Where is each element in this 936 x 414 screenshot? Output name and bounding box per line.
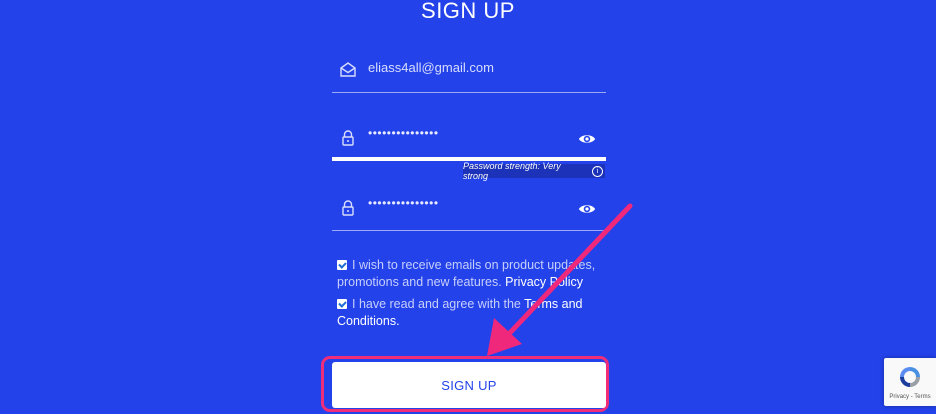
consent-emails-row: I wish to receive emails on product upda… — [337, 257, 607, 291]
lock-icon — [342, 130, 354, 146]
consent-terms-checkbox[interactable] — [337, 299, 347, 309]
envelope-icon — [340, 62, 356, 77]
info-icon[interactable]: i — [592, 165, 603, 177]
privacy-policy-link[interactable]: Privacy Policy — [505, 275, 583, 289]
consent-terms-label: I have read and agree with the — [352, 297, 521, 311]
page-title: SIGN UP — [421, 0, 515, 23]
confirm-password-value: ••••••••••••••• — [368, 196, 439, 210]
sign-up-button[interactable]: SIGN UP — [332, 362, 606, 408]
lock-icon — [342, 200, 354, 216]
password-strength-text: Password strength: Very strong — [463, 161, 561, 181]
eye-icon[interactable] — [578, 130, 596, 148]
recaptcha-icon — [900, 367, 920, 387]
password-strength-label: Password strength: Very strong i — [463, 161, 605, 181]
consent-terms-row: I have read and agree with the Terms and… — [337, 296, 607, 330]
recaptcha-badge[interactable]: Privacy - Terms — [884, 358, 936, 406]
password-value: ••••••••••••••• — [368, 126, 439, 140]
email-field[interactable]: eliass4all@gmail.com — [332, 52, 606, 93]
email-value: eliass4all@gmail.com — [368, 60, 494, 75]
consent-emails-checkbox[interactable] — [337, 260, 347, 270]
eye-icon[interactable] — [578, 200, 596, 218]
recaptcha-links[interactable]: Privacy - Terms — [884, 394, 936, 400]
password-field[interactable]: ••••••••••••••• — [332, 120, 606, 160]
confirm-password-field[interactable]: ••••••••••••••• — [332, 190, 606, 231]
